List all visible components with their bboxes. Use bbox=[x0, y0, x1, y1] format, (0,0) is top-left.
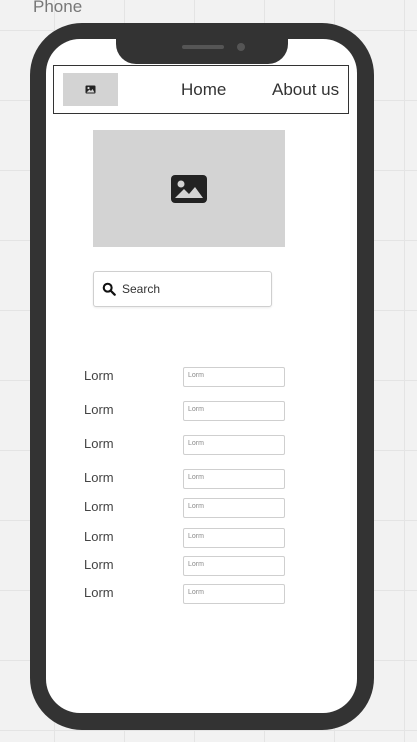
row-label: Lorm bbox=[84, 470, 114, 485]
image-icon bbox=[85, 85, 96, 94]
search-icon bbox=[102, 282, 116, 296]
text-field[interactable]: Lorm bbox=[183, 367, 285, 387]
frame-label: Phone bbox=[33, 0, 83, 16]
text-field[interactable]: Lorm bbox=[183, 401, 285, 421]
phone-notch bbox=[116, 23, 288, 64]
row-label: Lorm bbox=[84, 402, 114, 417]
text-field-value: Lorm bbox=[188, 474, 204, 481]
text-field[interactable]: Lorm bbox=[183, 528, 285, 548]
speaker-grille bbox=[182, 45, 224, 49]
image-icon bbox=[171, 174, 207, 203]
form-row: Lorm Lorm bbox=[84, 435, 294, 455]
form-row: Lorm Lorm bbox=[84, 584, 294, 604]
text-field-value: Lorm bbox=[188, 503, 204, 510]
text-field-value: Lorm bbox=[188, 589, 204, 596]
search-label: Search bbox=[122, 282, 161, 296]
form-row: Lorm Lorm bbox=[84, 367, 294, 387]
text-field[interactable]: Lorm bbox=[183, 498, 285, 518]
row-label: Lorm bbox=[84, 585, 114, 600]
text-field-value: Lorm bbox=[188, 406, 204, 413]
text-field-value: Lorm bbox=[188, 372, 204, 379]
search-input[interactable]: Search bbox=[93, 271, 272, 307]
nav-link-home[interactable]: Home bbox=[181, 80, 226, 100]
text-field-value: Lorm bbox=[188, 561, 204, 568]
row-label: Lorm bbox=[84, 368, 114, 383]
form-row: Lorm Lorm bbox=[84, 401, 294, 421]
form-row: Lorm Lorm bbox=[84, 528, 294, 548]
text-field[interactable]: Lorm bbox=[183, 584, 285, 604]
row-label: Lorm bbox=[84, 557, 114, 572]
text-field[interactable]: Lorm bbox=[183, 469, 285, 489]
text-field[interactable]: Lorm bbox=[183, 556, 285, 576]
row-label: Lorm bbox=[84, 529, 114, 544]
row-label: Lorm bbox=[84, 499, 114, 514]
logo-placeholder[interactable] bbox=[63, 73, 118, 106]
text-field-value: Lorm bbox=[188, 533, 204, 540]
hero-image-placeholder bbox=[93, 130, 285, 247]
nav-link-about-us[interactable]: About us bbox=[272, 80, 339, 100]
text-field[interactable]: Lorm bbox=[183, 435, 285, 455]
front-camera bbox=[237, 43, 245, 51]
form-row: Lorm Lorm bbox=[84, 469, 294, 489]
row-label: Lorm bbox=[84, 436, 114, 451]
form-row: Lorm Lorm bbox=[84, 498, 294, 518]
text-field-value: Lorm bbox=[188, 440, 204, 447]
navbar: Home About us bbox=[53, 65, 349, 114]
form-row: Lorm Lorm bbox=[84, 556, 294, 576]
